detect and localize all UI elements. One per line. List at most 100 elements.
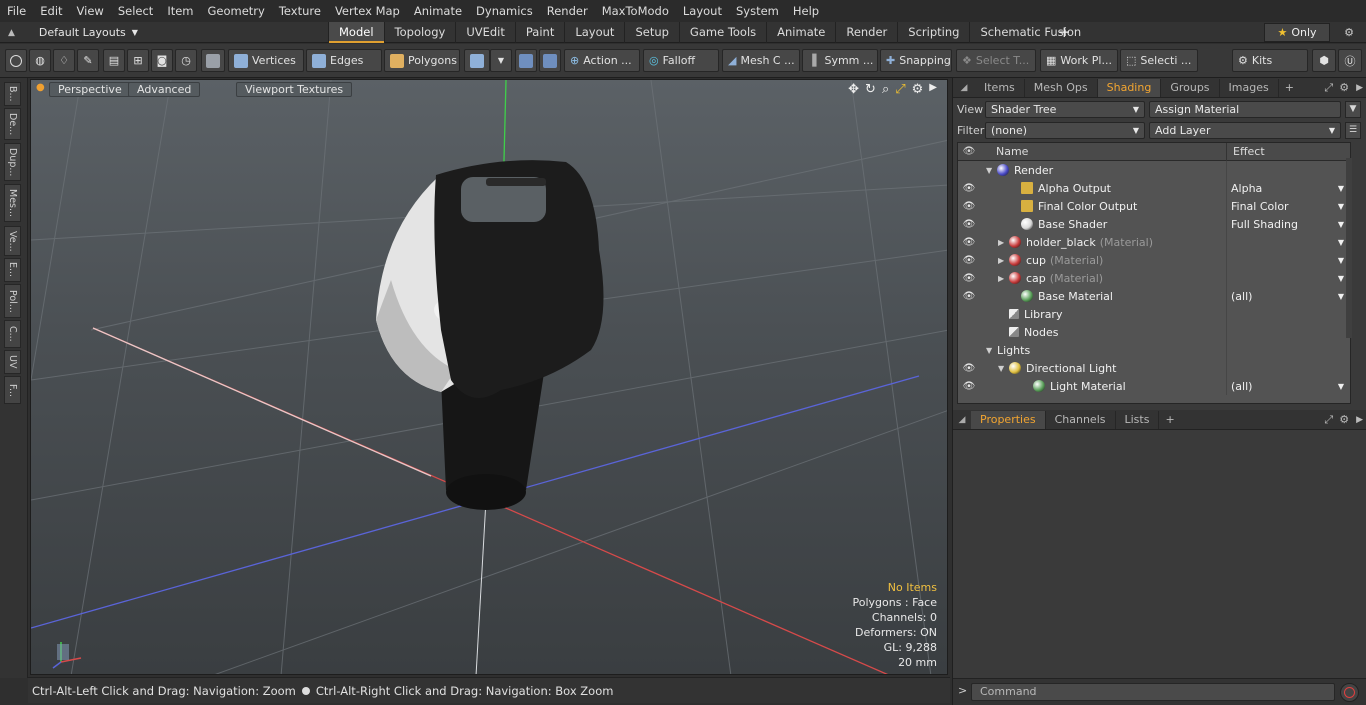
panel-tab-properties[interactable]: Properties	[971, 411, 1046, 429]
tree-row[interactable]: 👁 Light Material (all) ▼	[958, 377, 1350, 395]
layout-selector[interactable]: ▲ Default Layouts ▼	[8, 22, 138, 43]
panel-tab-shading[interactable]: Shading	[1097, 79, 1162, 97]
vertices-mode-button[interactable]: Vertices	[228, 49, 304, 72]
tree-row[interactable]: 👁 ▼ Directional Light	[958, 359, 1350, 377]
column-name-header[interactable]: Name	[980, 145, 1226, 158]
layout-tab-render[interactable]: Render	[835, 22, 897, 43]
tree-row[interactable]: ▼ Render	[958, 161, 1350, 179]
menu-item-view[interactable]: View	[70, 0, 111, 22]
left-tab-2[interactable]: Dup...	[4, 143, 21, 181]
panel-tab-items[interactable]: Items	[975, 79, 1025, 97]
add-tab-icon[interactable]: +	[1279, 79, 1300, 97]
gear-icon[interactable]: ⚙	[1336, 411, 1352, 429]
timer-tool[interactable]: ◷	[175, 49, 197, 72]
tree-row[interactable]: 👁 Base Material (all) ▼	[958, 287, 1350, 305]
material-mode-button[interactable]	[464, 49, 490, 72]
tree-row-effect[interactable]: ▼	[1226, 269, 1350, 287]
gear-icon[interactable]: ⚙	[1336, 23, 1362, 42]
fold-arrow-icon[interactable]: ▼	[986, 346, 997, 355]
add-tab-icon[interactable]: +	[1159, 411, 1180, 429]
layout-tab-game-tools[interactable]: Game Tools	[678, 22, 766, 43]
left-tab-1[interactable]: De...	[4, 108, 21, 140]
layout-tab-animate[interactable]: Animate	[766, 22, 835, 43]
box-tool[interactable]: ◙	[151, 49, 173, 72]
tree-row[interactable]: 👁 Base Shader Full Shading ▼	[958, 215, 1350, 233]
menu-item-maxtomodo[interactable]: MaxToModo	[595, 0, 676, 22]
tree-row[interactable]: ▼ Lights	[958, 341, 1350, 359]
tree-row-effect[interactable]: Full Shading ▼	[1226, 215, 1350, 233]
tree-row-effect[interactable]: ▼	[1226, 251, 1350, 269]
kits-button[interactable]: ⚙ Kits	[1232, 49, 1308, 72]
lasso-tool[interactable]: ♢	[53, 49, 75, 72]
action-center-button[interactable]: ⊕ Action ...	[564, 49, 640, 72]
menu-item-render[interactable]: Render	[540, 0, 595, 22]
menu-item-help[interactable]: Help	[786, 0, 826, 22]
tree-row[interactable]: 👁 ▶ cup (Material) ▼	[958, 251, 1350, 269]
menu-item-layout[interactable]: Layout	[676, 0, 729, 22]
polygons-mode-button[interactable]: Polygons	[384, 49, 460, 72]
tree-row[interactable]: 👁 Alpha Output Alpha ▼	[958, 179, 1350, 197]
shader-tree-scrollbar[interactable]	[1346, 158, 1352, 338]
rotate-icon[interactable]: ↻	[865, 82, 876, 97]
select-circle-tool[interactable]	[5, 49, 27, 72]
only-button[interactable]: ★ Only	[1264, 23, 1330, 42]
visibility-eye-icon[interactable]: 👁	[958, 273, 980, 284]
menu-item-item[interactable]: Item	[160, 0, 200, 22]
work-plane-button[interactable]: ▦ Work Pl...	[1040, 49, 1118, 72]
left-tab-8[interactable]: UV	[4, 350, 21, 374]
menu-item-animate[interactable]: Animate	[407, 0, 469, 22]
selection-sets-button[interactable]: ⬚ Selecti ...	[1120, 49, 1198, 72]
left-tab-4[interactable]: Ve...	[4, 226, 21, 256]
visibility-eye-icon[interactable]: 👁	[958, 183, 980, 194]
fold-arrow-icon[interactable]: ▶	[998, 274, 1009, 283]
layout-tab-schematic-fusion[interactable]: Schematic Fusion	[969, 22, 1091, 43]
mode-dropdown[interactable]: ▼	[490, 49, 512, 72]
add-layer-dropdown[interactable]: Add Layer ▼	[1149, 121, 1341, 139]
menu-item-geometry[interactable]: Geometry	[201, 0, 272, 22]
3d-viewport[interactable]: ● Perspective Advanced Viewport Textures ✥…	[30, 79, 948, 675]
visibility-eye-icon[interactable]: 👁	[958, 219, 980, 230]
paint-select-tool[interactable]: ✎	[77, 49, 99, 72]
menu-item-vertex-map[interactable]: Vertex Map	[328, 0, 407, 22]
viewport-tab-advanced[interactable]: Advanced	[128, 82, 201, 97]
mesh-constraint-button[interactable]: ◢ Mesh C ...	[722, 49, 800, 72]
panel-tab-lists[interactable]: Lists	[1116, 411, 1160, 429]
falloff-button[interactable]: ◎ Falloff	[643, 49, 719, 72]
visibility-eye-icon[interactable]: 👁	[958, 291, 980, 302]
fold-arrow-icon[interactable]: ▼	[986, 166, 997, 175]
tree-row[interactable]: Nodes	[958, 323, 1350, 341]
element-tool[interactable]: ▤	[103, 49, 125, 72]
symmetry-button[interactable]: ▐ Symm ...	[802, 49, 878, 72]
column-effect-header[interactable]: Effect	[1226, 143, 1265, 161]
tree-row[interactable]: 👁 ▶ cap (Material) ▼	[958, 269, 1350, 287]
fold-arrow-icon[interactable]: ▶	[998, 238, 1009, 247]
viewport-scene[interactable]	[31, 80, 948, 675]
center-tool[interactable]: ⊞	[127, 49, 149, 72]
fold-arrow-icon[interactable]: ▼	[998, 364, 1009, 373]
panel-menu-icon[interactable]: ◢	[953, 79, 975, 97]
visibility-eye-icon[interactable]: 👁	[958, 201, 980, 212]
visibility-eye-icon[interactable]: 👁	[958, 381, 980, 392]
panel-tab-channels[interactable]: Channels	[1046, 411, 1116, 429]
list-options-icon[interactable]: ☰	[1345, 121, 1361, 139]
panel-tab-groups[interactable]: Groups	[1161, 79, 1220, 97]
command-input[interactable]: Command	[971, 683, 1335, 701]
add-tab-button[interactable]: +	[1058, 22, 1071, 43]
menu-item-select[interactable]: Select	[111, 0, 160, 22]
left-tab-7[interactable]: C...	[4, 320, 21, 348]
layout-tab-uvedit[interactable]: UVEdit	[455, 22, 515, 43]
play-arrow-icon[interactable]: ▶	[929, 82, 937, 97]
fold-arrow-icon[interactable]: ▶	[998, 256, 1009, 265]
tree-row[interactable]: 👁 ▶ holder_black (Material) ▼	[958, 233, 1350, 251]
visibility-eye-icon[interactable]: 👁	[958, 363, 980, 374]
unity-button[interactable]: ⬢	[1312, 49, 1336, 72]
layout-tab-model[interactable]: Model	[328, 22, 384, 43]
layout-tab-scripting[interactable]: Scripting	[897, 22, 969, 43]
gear-icon[interactable]: ⚙	[912, 82, 924, 97]
filter-funnel-icon[interactable]: ▼	[1345, 100, 1361, 118]
menu-item-texture[interactable]: Texture	[272, 0, 328, 22]
edges-mode-button[interactable]: Edges	[306, 49, 382, 72]
pivot-cube-button[interactable]	[539, 49, 561, 72]
play-arrow-icon[interactable]: ▶	[1352, 79, 1366, 97]
unreal-button[interactable]: Ⓤ	[1338, 49, 1362, 72]
